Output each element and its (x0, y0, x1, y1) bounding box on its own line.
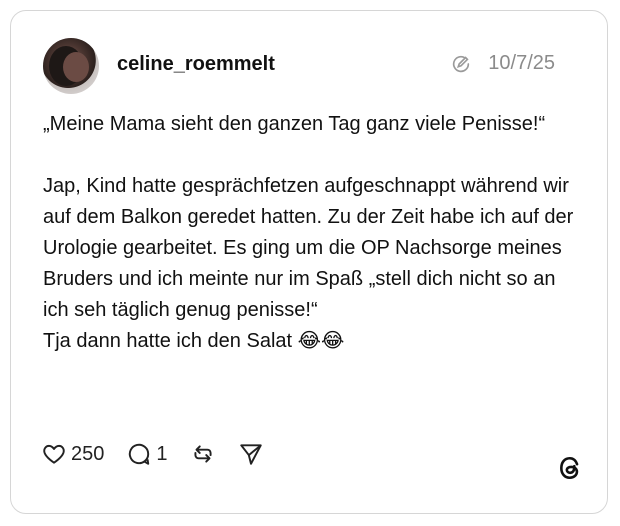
post-paragraph: Tja dann hatte ich den Salat 😂😂 (43, 330, 345, 352)
threads-logo-icon[interactable] (557, 455, 583, 481)
send-icon (239, 444, 262, 465)
reply-count: 1 (156, 442, 168, 465)
heart-icon (43, 444, 65, 464)
speech-bubble-icon (129, 443, 150, 465)
post-date: 10/7/25 (488, 52, 555, 74)
username[interactable]: celine_roemmelt (117, 53, 275, 76)
reply-button[interactable]: 1 (126, 441, 168, 467)
repost-button[interactable] (190, 441, 216, 467)
like-button[interactable]: 250 (41, 441, 104, 467)
edit-icon (453, 55, 470, 72)
post-actions: 250 1 (41, 441, 286, 467)
post-paragraph: „Meine Mama sieht den ganzen Tag ganz vi… (43, 113, 546, 135)
avatar[interactable] (43, 38, 99, 94)
repost-icon (193, 445, 212, 463)
post-meta: 10/7/25 (450, 52, 555, 75)
avatar-face (63, 52, 89, 82)
post-body: „Meine Mama sieht den ganzen Tag ganz vi… (43, 109, 583, 357)
post-paragraph: Jap, Kind hatte gesprächfetzen aufgeschn… (43, 175, 574, 321)
share-button[interactable] (238, 441, 264, 467)
like-count: 250 (71, 442, 105, 465)
post-card: celine_roemmelt 10/7/25 „Meine Mama sieh… (10, 10, 608, 514)
